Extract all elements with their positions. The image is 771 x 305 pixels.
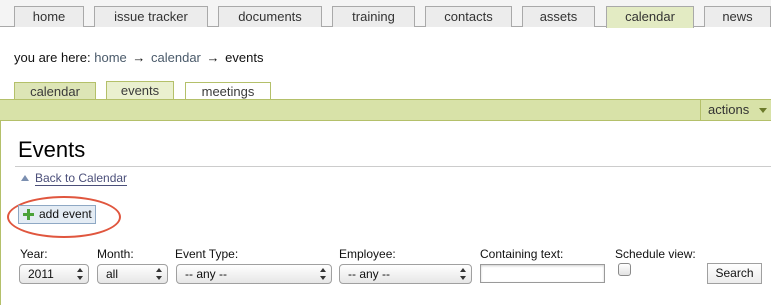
plus-icon [23,209,34,220]
title-divider [15,166,771,167]
schedule-view-checkbox[interactable] [618,263,631,276]
year-label: Year: [20,247,48,261]
containing-text-label: Containing text: [480,247,564,261]
month-label: Month: [97,247,134,261]
sub-tabs: calendar events meetings [0,80,771,101]
containing-text-input[interactable] [480,264,605,283]
nav-tab-contacts[interactable]: contacts [425,6,512,27]
schedule-view-label: Schedule view: [615,247,696,261]
select-stepper-icon [156,268,162,280]
nav-tab-news[interactable]: news [704,6,771,27]
month-select[interactable]: all [97,264,168,284]
breadcrumb-current: events [225,50,264,65]
event-type-label: Event Type: [175,247,239,261]
breadcrumb: you are here: home → calendar → events [14,50,263,65]
nav-tab-assets[interactable]: assets [522,6,595,27]
month-value: all [106,267,119,281]
add-event-label: add event [39,207,92,221]
content-panel: Events Back to Calendar add event Year: … [0,121,771,305]
event-type-select[interactable]: -- any -- [176,264,332,284]
nav-tab-issue-tracker[interactable]: issue tracker [94,6,208,27]
subtab-events[interactable]: events [106,81,174,101]
page-title: Events [18,137,86,162]
breadcrumb-separator: → [206,50,220,65]
caret-down-icon [759,108,767,113]
event-type-value: -- any -- [185,267,227,281]
back-link-label: Back to Calendar [35,171,128,186]
employee-select[interactable]: -- any -- [339,264,472,284]
year-value: 2011 [28,267,54,281]
nav-tab-training[interactable]: training [332,6,415,27]
breadcrumb-prefix: you are here: [14,50,91,65]
employee-value: -- any -- [348,267,390,281]
breadcrumb-home-link[interactable]: home [94,50,127,65]
top-navigation: home issue tracker documents training co… [0,0,771,28]
select-stepper-icon [460,268,466,280]
actions-menu-button[interactable]: actions [700,100,771,120]
employee-label: Employee: [339,247,396,261]
select-stepper-icon [320,268,326,280]
actions-label: actions [708,102,750,117]
breadcrumb-calendar-link[interactable]: calendar [151,50,201,65]
nav-tab-calendar[interactable]: calendar [606,6,694,28]
search-button[interactable]: Search [707,263,762,284]
nav-tab-home[interactable]: home [14,6,84,27]
select-stepper-icon [77,268,83,280]
year-select[interactable]: 2011 [19,264,89,284]
breadcrumb-separator: → [132,50,146,65]
nav-tab-documents[interactable]: documents [218,6,322,27]
back-to-calendar-link[interactable]: Back to Calendar [21,171,128,186]
actions-bar: actions [0,99,771,121]
triangle-up-icon [21,175,29,181]
add-event-button[interactable]: add event [18,205,96,224]
